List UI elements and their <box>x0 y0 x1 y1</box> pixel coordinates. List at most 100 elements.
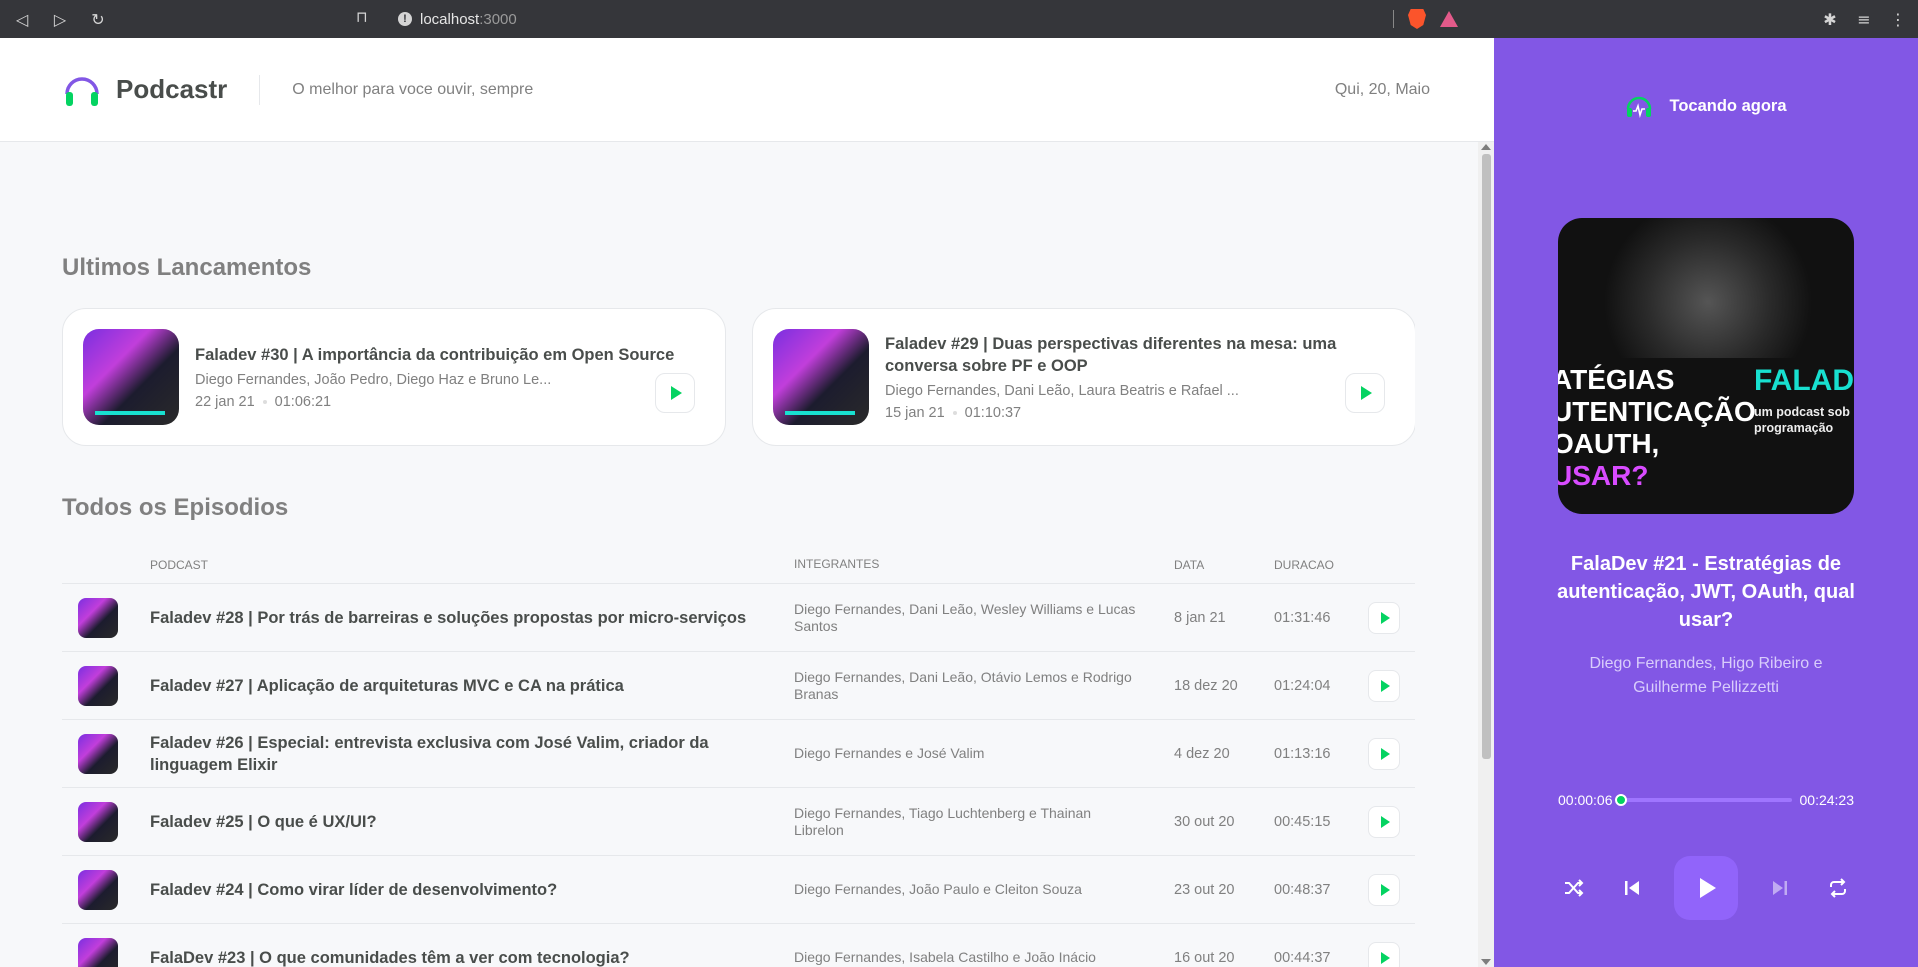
previous-icon <box>1625 881 1639 895</box>
episode-date: 23 out 20 <box>1174 881 1235 898</box>
media-playlist-icon[interactable]: ≡ <box>1854 10 1874 29</box>
page-scrollbar[interactable] <box>1478 142 1494 967</box>
play-pause-button[interactable] <box>1674 856 1738 920</box>
brave-rewards-icon[interactable] <box>1440 11 1458 27</box>
play-episode-button[interactable] <box>1368 873 1400 906</box>
play-episode-button[interactable] <box>1368 941 1400 967</box>
app-header: Podcastr O melhor para voce ouvir, sempr… <box>0 38 1494 142</box>
episode-members: Diego Fernandes, João Paulo e Cleiton So… <box>794 881 1082 897</box>
scroll-up-icon[interactable] <box>1481 144 1491 150</box>
brave-shields-icon[interactable] <box>1408 9 1426 29</box>
current-time: 00:00:06 <box>1558 792 1613 808</box>
play-cell <box>1368 941 1414 967</box>
shuffle-icon <box>1565 879 1584 897</box>
episode-date: 18 dez 20 <box>1174 677 1238 694</box>
next-button[interactable] <box>1764 872 1796 904</box>
episode-title-link[interactable]: Faladev #29 | Duas perspectivas diferent… <box>885 333 1385 377</box>
episode-details: Faladev #30 | A importância da contribui… <box>195 344 695 410</box>
cover-text-line: USAR? <box>1558 460 1649 491</box>
play-episode-button[interactable] <box>1368 601 1400 634</box>
cover-subtitle: um podcast sob programação <box>1754 405 1850 435</box>
episode-members: Diego Fernandes e José Valim <box>794 745 985 761</box>
play-episode-button[interactable] <box>655 373 695 413</box>
bookmark-icon[interactable]: ⊓ <box>356 8 368 26</box>
headphones-icon <box>65 76 99 106</box>
episode-title-link[interactable]: Faladev #26 | Especial: entrevista exclu… <box>150 732 794 776</box>
progress-slider[interactable] <box>1615 794 1792 806</box>
repeat-button[interactable] <box>1822 872 1854 904</box>
menu-icon[interactable]: ⋮ <box>1888 10 1908 29</box>
episode-title-link[interactable]: Faladev #28 | Por trás de barreiras e so… <box>150 607 794 629</box>
browser-toolbar: ◁ ▷ ↻ ⊓ ! localhost:3000 ✱ ≡ ⋮ <box>0 0 1918 38</box>
episode-title-link[interactable]: Faladev #24 | Como virar líder de desenv… <box>150 879 794 901</box>
thumb-cell <box>62 597 150 638</box>
table-header: PODCAST INTEGRANTES DATA DURACAO <box>62 546 1415 584</box>
podcast-column-header: PODCAST <box>150 557 209 572</box>
episode-meta: 22 jan 21 01:06:21 <box>195 394 695 410</box>
table-row: Faladev #27 | Aplicação de arquiteturas … <box>62 652 1415 720</box>
episode-duration: 00:44:37 <box>1274 949 1331 966</box>
play-episode-button[interactable] <box>1368 737 1400 770</box>
play-icon <box>1381 951 1390 964</box>
tagline: O melhor para voce ouvir, sempre <box>292 80 534 98</box>
play-episode-button[interactable] <box>1368 669 1400 702</box>
table-row: FalaDev #23 | O que comunidades têm a ve… <box>62 924 1415 967</box>
cover-photo <box>1598 218 1818 358</box>
player-panel: Tocando agora ATÉGIAS UTENTICAÇÃO OAUTH,… <box>1494 38 1918 967</box>
latest-episode-card: Faladev #30 | A importância da contribui… <box>62 308 726 446</box>
episode-date: 16 out 20 <box>1174 949 1235 966</box>
episode-meta: 15 jan 21 01:10:37 <box>885 405 1385 421</box>
play-episode-button[interactable] <box>1368 805 1400 838</box>
episode-duration: 01:06:21 <box>274 394 332 410</box>
repeat-icon <box>1830 878 1846 898</box>
episode-thumbnail <box>78 733 118 774</box>
episode-thumbnail <box>83 329 179 425</box>
episode-cover: ATÉGIAS UTENTICAÇÃO OAUTH, USAR? FALAD u… <box>1558 218 1854 514</box>
play-cell <box>1368 737 1414 770</box>
episode-date: 30 out 20 <box>1174 813 1235 830</box>
forward-icon[interactable]: ▷ <box>50 10 70 29</box>
address-bar[interactable]: ! localhost:3000 <box>398 0 517 38</box>
shuffle-button[interactable] <box>1558 872 1590 904</box>
next-icon <box>1773 881 1787 895</box>
scrollbar-thumb[interactable] <box>1482 154 1491 759</box>
episode-title-link[interactable]: Faladev #30 | A importância da contribui… <box>195 344 695 366</box>
play-icon <box>671 386 682 400</box>
player-controls <box>1558 856 1854 920</box>
episode-details: Faladev #29 | Duas perspectivas diferent… <box>885 333 1385 421</box>
scroll-down-icon[interactable] <box>1481 959 1491 965</box>
play-episode-button[interactable] <box>1345 373 1385 413</box>
episode-title-link[interactable]: Faladev #25 | O que é UX/UI? <box>150 811 794 833</box>
episode-title-link[interactable]: FalaDev #23 | O que comunidades têm a ve… <box>150 947 794 967</box>
episode-date: 8 jan 21 <box>1174 609 1226 626</box>
progress-handle[interactable] <box>1615 794 1628 806</box>
progress-bar: 00:00:06 00:24:23 <box>1558 792 1854 808</box>
brand-name: Podcastr <box>116 74 228 104</box>
table-row: Faladev #28 | Por trás de barreiras e so… <box>62 584 1415 652</box>
cover-brand: FALAD <box>1754 364 1854 397</box>
play-icon <box>1700 878 1716 898</box>
latest-episodes-title: Ultimos Lancamentos <box>62 254 312 281</box>
reload-icon[interactable]: ↻ <box>88 10 108 29</box>
extensions-icon[interactable]: ✱ <box>1820 10 1840 29</box>
episode-date: 4 dez 20 <box>1174 745 1230 762</box>
playing-episode-members: Diego Fernandes, Higo Ribeiro e Guilherm… <box>1589 655 1823 696</box>
now-playing-label: Tocando agora <box>1669 96 1787 115</box>
duration-column-header: DURACAO <box>1274 557 1335 572</box>
episode-duration: 01:31:46 <box>1274 609 1331 626</box>
episode-thumbnail <box>78 665 118 706</box>
episode-thumbnail <box>78 597 118 638</box>
play-icon <box>1361 386 1372 400</box>
all-episodes-title: Todos os Episodios <box>62 494 289 521</box>
episode-date: 15 jan 21 <box>885 405 945 421</box>
previous-button[interactable] <box>1616 872 1648 904</box>
play-icon <box>1381 679 1390 692</box>
episode-title-link[interactable]: Faladev #27 | Aplicação de arquiteturas … <box>150 675 794 697</box>
playing-episode-title: FalaDev #21 - Estratégias de autenticaçã… <box>1557 553 1855 631</box>
episode-thumbnail <box>773 329 869 425</box>
play-cell <box>1368 873 1414 906</box>
back-icon[interactable]: ◁ <box>12 10 32 29</box>
logo[interactable]: Podcastr <box>62 70 227 110</box>
site-info-icon[interactable]: ! <box>398 12 412 26</box>
episode-members: Diego Fernandes, João Pedro, Diego Haz e… <box>195 372 552 388</box>
